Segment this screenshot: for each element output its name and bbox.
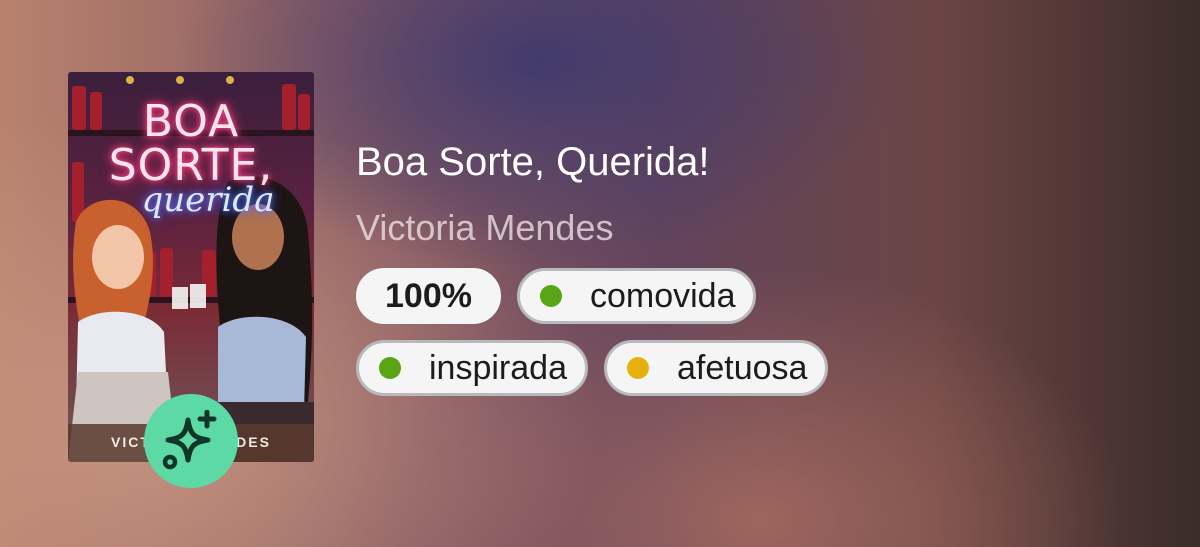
mood-dot — [626, 357, 649, 379]
mood-chip-comovida[interactable]: comovida — [516, 268, 757, 324]
progress-label: 100% — [385, 276, 472, 315]
sparkle-add-icon — [162, 410, 217, 470]
mood-chip-inspirada[interactable]: inspirada — [356, 340, 588, 396]
ai-sparkle-button[interactable] — [144, 394, 238, 488]
mood-chip-afetuosa[interactable]: afetuosa — [603, 340, 829, 396]
mood-label: inspirada — [429, 348, 567, 387]
book-title[interactable]: Boa Sorte, Querida! — [356, 138, 710, 186]
mood-label: comovida — [589, 276, 736, 315]
progress-badge: 100% — [356, 268, 501, 324]
cover-title-text: BOA SORTE, — [108, 96, 274, 191]
tags-container: 100% comovida inspirada afetuosa — [356, 268, 916, 412]
cover-script-text: querida — [141, 180, 275, 220]
book-author[interactable]: Victoria Mendes — [356, 206, 613, 250]
mood-dot — [379, 357, 401, 379]
mood-dot — [539, 285, 562, 307]
mood-label: afetuosa — [676, 348, 808, 387]
